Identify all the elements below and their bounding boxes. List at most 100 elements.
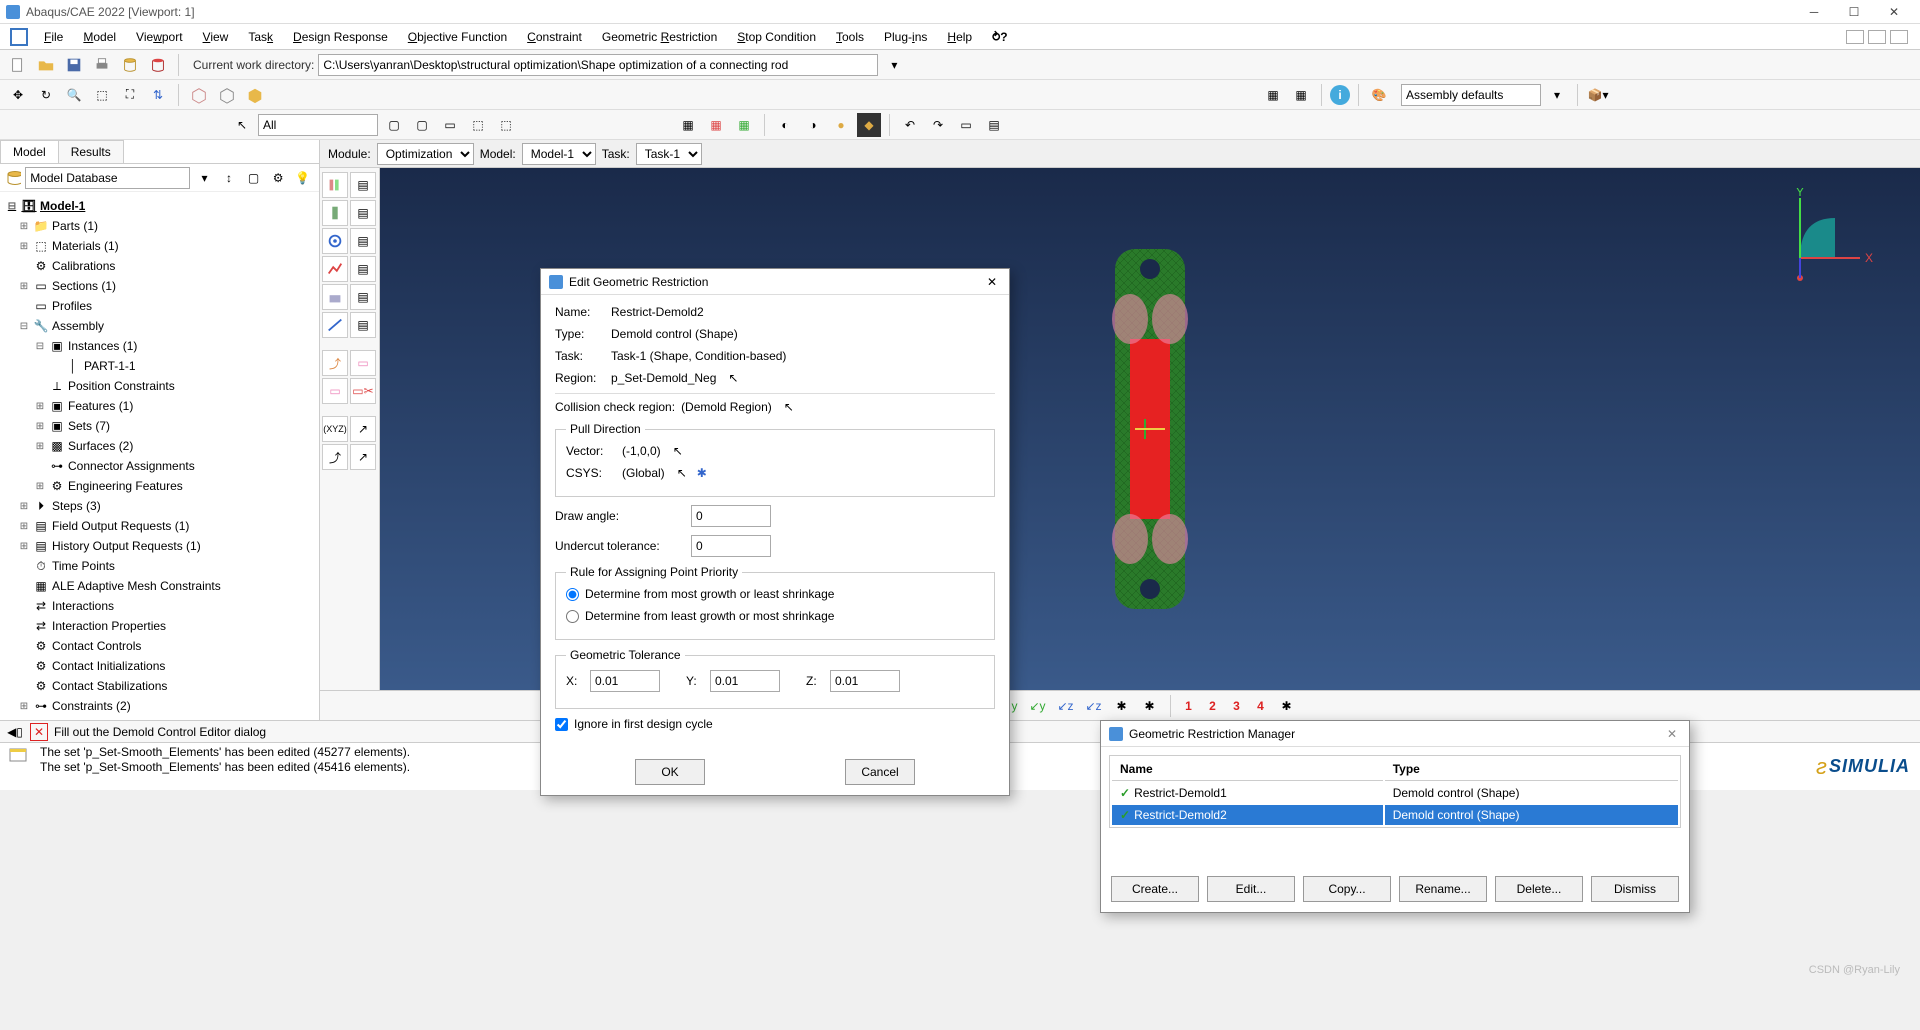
palette-partition-icon[interactable]: ▭ (322, 378, 348, 404)
tab-results[interactable]: Results (58, 140, 124, 163)
palette-axis-icon[interactable]: ⤴ (322, 444, 348, 470)
tree-item[interactable]: ⊞⬚Materials (1) (0, 236, 319, 256)
redo-icon[interactable]: ↷ (926, 113, 950, 137)
palette-constraint-mgr-icon[interactable]: ▤ (350, 256, 376, 282)
palette-restriction-icon[interactable] (322, 284, 348, 310)
ok-button[interactable]: OK (635, 759, 705, 785)
tree-filter-icon[interactable]: ⚙ (268, 166, 289, 190)
tree-item[interactable]: ⊞▩Surfaces (2) (0, 436, 319, 456)
shape1-icon[interactable]: ◐ (773, 113, 797, 137)
collision-pick-icon[interactable]: ↖ (784, 400, 794, 414)
undercut-input[interactable] (691, 535, 771, 557)
x-input[interactable] (590, 670, 660, 692)
shaded-icon[interactable] (243, 83, 267, 107)
zoom-box-icon[interactable]: ⬚ (90, 83, 114, 107)
tree-item[interactable]: │PART-1-1 (0, 356, 319, 376)
tree-item[interactable]: ⏱Time Points (0, 556, 319, 576)
tree-item[interactable]: ⊞▣Features (1) (0, 396, 319, 416)
menu-geometric-restriction[interactable]: Geometric Restriction (592, 27, 727, 47)
mgr-dismiss-button[interactable]: Dismiss (1591, 876, 1679, 902)
maximize-button[interactable]: ☐ (1834, 1, 1874, 23)
cwd-input[interactable] (318, 54, 878, 76)
wireframe-icon[interactable] (187, 83, 211, 107)
save-icon[interactable] (62, 53, 86, 77)
tree-item[interactable]: ⊟🔧Assembly (0, 316, 319, 336)
tree-item[interactable]: ⊞⊶Constraints (2) (0, 696, 319, 716)
layer2-icon[interactable]: ▦ (1289, 83, 1313, 107)
tree-item[interactable]: ⚙Contact Stabilizations (0, 676, 319, 696)
palette-response-icon[interactable] (322, 200, 348, 226)
mdi-close-button[interactable] (1890, 30, 1908, 44)
prompt-cancel-icon[interactable]: ✕ (30, 723, 48, 741)
open-icon[interactable] (34, 53, 58, 77)
tree-item[interactable]: ⊞▤History Output Requests (1) (0, 536, 319, 556)
cwd-dropdown-icon[interactable]: ▾ (882, 53, 906, 77)
sel-opt3-icon[interactable]: ▭ (438, 113, 462, 137)
assembly-defaults-select[interactable] (1401, 84, 1541, 106)
palette-task-icon[interactable] (322, 172, 348, 198)
csys-pick-icon[interactable]: ↖ (677, 466, 687, 480)
palette-datum-icon[interactable]: ⤴ (322, 350, 348, 376)
module-select[interactable]: Optimization (377, 143, 474, 165)
region-pick-icon[interactable]: ↖ (728, 371, 738, 385)
menu-help[interactable]: Help (937, 27, 982, 47)
tree-item[interactable]: ▦ALE Adaptive Mesh Constraints (0, 576, 319, 596)
csys-xyz-icon[interactable]: ✱ (1110, 694, 1134, 718)
minimize-button[interactable]: ─ (1794, 1, 1834, 23)
palette-stop-icon[interactable] (322, 312, 348, 338)
draw-angle-input[interactable] (691, 505, 771, 527)
tree-item[interactable]: ⊟🗄Model-1 (0, 196, 319, 216)
palette-task-mgr-icon[interactable]: ▤ (350, 172, 376, 198)
shape2-icon[interactable]: ◑ (801, 113, 825, 137)
cancel-button[interactable]: Cancel (845, 759, 915, 785)
database-icon[interactable] (118, 53, 142, 77)
menu-objective-function[interactable]: Objective Function (398, 27, 517, 47)
csys4-icon[interactable]: ↙y (1026, 694, 1050, 718)
sel-opt2-icon[interactable]: ▢ (410, 113, 434, 137)
mgr-delete-button[interactable]: Delete... (1495, 876, 1583, 902)
tree-item[interactable]: ⊞⏵Steps (3) (0, 496, 319, 516)
tree-item[interactable]: ⊶Connector Assignments (0, 456, 319, 476)
swap-axis-icon[interactable]: ⇅ (146, 83, 170, 107)
zoom-icon[interactable]: 🔍 (62, 83, 86, 107)
menu-tools[interactable]: Tools (826, 27, 874, 47)
mgr-copy-button[interactable]: Copy... (1303, 876, 1391, 902)
rule-opt1-radio[interactable] (566, 588, 579, 601)
view3-button[interactable]: 3 (1227, 699, 1247, 713)
menu-constraint[interactable]: Constraint (517, 27, 592, 47)
model-context-select[interactable]: Model-1 (522, 143, 596, 165)
shape4-icon[interactable]: ◆ (857, 113, 881, 137)
rule-opt2-radio[interactable] (566, 610, 579, 623)
select-arrow-icon[interactable]: ↖ (230, 113, 254, 137)
sel-opt5-icon[interactable]: ⬚ (494, 113, 518, 137)
palette-csys-arrow-icon[interactable]: ↗ (350, 416, 376, 442)
palette-partition2-icon[interactable]: ▭✂ (350, 378, 376, 404)
render3-icon[interactable]: ▦ (732, 113, 756, 137)
layer1-icon[interactable]: ▦ (1261, 83, 1285, 107)
task-context-select[interactable]: Task-1 (636, 143, 702, 165)
model-database-select[interactable] (25, 167, 190, 189)
mgr-close-icon[interactable]: ✕ (1663, 727, 1681, 741)
tree-item[interactable]: ⊞▤Field Output Requests (1) (0, 516, 319, 536)
prompt-back-icon[interactable]: ◀▯ (6, 723, 24, 741)
database-red-icon[interactable] (146, 53, 170, 77)
hidden-icon[interactable] (215, 83, 239, 107)
mgr-row[interactable]: ✓Restrict-Demold2Demold control (Shape) (1112, 805, 1678, 825)
fit-icon[interactable]: ⛶ (118, 83, 142, 107)
close-button[interactable]: ✕ (1874, 1, 1914, 23)
print-icon[interactable] (90, 53, 114, 77)
new-model-icon[interactable] (6, 53, 30, 77)
dialog-close-icon[interactable]: ✕ (983, 275, 1001, 289)
sel-opt4-icon[interactable]: ⬚ (466, 113, 490, 137)
csys6-icon[interactable]: ↙z (1082, 694, 1106, 718)
tree-opt2-icon[interactable]: ▢ (243, 166, 264, 190)
tree-item[interactable]: ▭Profiles (0, 296, 319, 316)
shape3-icon[interactable]: ● (829, 113, 853, 137)
menu-stop-condition[interactable]: Stop Condition (727, 27, 826, 47)
mdi-restore-button[interactable] (1868, 30, 1886, 44)
palette-csys-icon[interactable]: (XYZ) (322, 416, 348, 442)
tab-model[interactable]: Model (0, 140, 59, 163)
tree-item[interactable]: ⟂Position Constraints (0, 376, 319, 396)
menu-viewport[interactable]: Viewport (126, 27, 193, 47)
annotation-icon[interactable]: ▭ (954, 113, 978, 137)
